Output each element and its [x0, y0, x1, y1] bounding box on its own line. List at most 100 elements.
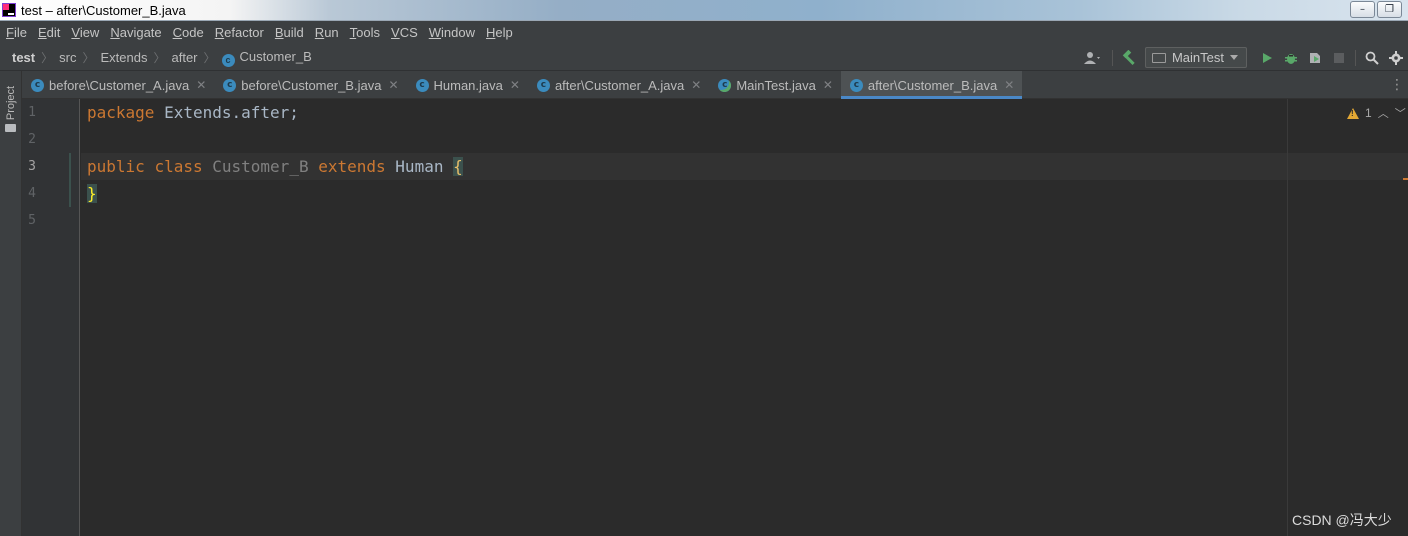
- tab-label: MainTest.java: [736, 77, 816, 93]
- intellij-logo-icon: [2, 3, 16, 17]
- code-editor[interactable]: 1 2 3 4 5 package Extends.after; public …: [22, 99, 1408, 536]
- line-number-current: 3: [28, 159, 36, 174]
- run-config-icon: [1151, 52, 1166, 63]
- chevron-down-icon[interactable]: ﹀: [1395, 105, 1406, 121]
- user-account-icon[interactable]: [1078, 47, 1108, 69]
- inspection-widget[interactable]: 1 ︿ ﹀: [1347, 105, 1406, 121]
- keyword-class: class: [154, 157, 203, 176]
- run-configuration-label: MainTest: [1171, 50, 1224, 65]
- breadcrumb: test 〉 src 〉 Extends 〉 after 〉 c Customer…: [12, 44, 312, 71]
- build-hammer-icon[interactable]: [1117, 47, 1141, 69]
- more-vertical-icon[interactable]: ⋮: [1386, 71, 1408, 98]
- settings-gear-icon[interactable]: [1384, 47, 1408, 69]
- tab-label: before\Customer_A.java: [49, 77, 190, 93]
- run-with-coverage-icon[interactable]: [1303, 47, 1327, 69]
- line-number: 4: [28, 186, 36, 201]
- tab-label: after\Customer_B.java: [867, 77, 998, 93]
- breadcrumb-package-extends[interactable]: Extends: [101, 50, 148, 65]
- warning-icon: [1347, 107, 1359, 119]
- line-number-gutter: 1 2 3 4 5: [22, 99, 80, 536]
- menu-help[interactable]: Help: [486, 25, 513, 40]
- breadcrumb-separator-icon: 〉: [82, 51, 95, 65]
- tab-main-test[interactable]: c MainTest.java ✕: [709, 71, 841, 99]
- breadcrumb-separator-icon: 〉: [41, 51, 54, 65]
- close-icon[interactable]: ✕: [388, 78, 398, 92]
- breadcrumb-package-after[interactable]: after: [172, 50, 198, 65]
- code-line-1: package Extends.after;: [87, 99, 299, 126]
- right-margin-guide: [1287, 99, 1288, 536]
- close-icon[interactable]: ✕: [823, 78, 833, 92]
- chevron-up-icon[interactable]: ︿: [1378, 105, 1389, 121]
- menu-refactor[interactable]: Refactor: [215, 25, 264, 40]
- breadcrumb-separator-icon: 〉: [203, 51, 216, 65]
- project-tool-window-tab[interactable]: Project: [3, 79, 19, 129]
- main-toolbar: MainTest: [1078, 44, 1408, 71]
- tab-after-customer-b[interactable]: c after\Customer_B.java ✕: [840, 71, 1023, 99]
- tab-before-customer-b[interactable]: c before\Customer_B.java ✕: [214, 71, 406, 99]
- stop-icon[interactable]: [1327, 47, 1351, 69]
- keyword-public: public: [87, 157, 145, 176]
- menu-navigate[interactable]: Navigate: [110, 25, 161, 40]
- search-icon[interactable]: [1360, 47, 1384, 69]
- breadcrumb-class-label: Customer_B: [239, 48, 312, 64]
- warning-count: 1: [1365, 106, 1372, 120]
- keyword-extends: extends: [318, 157, 386, 176]
- open-brace: {: [453, 157, 463, 176]
- window-title: test – after\Customer_B.java: [21, 3, 186, 18]
- close-icon[interactable]: ✕: [510, 78, 520, 92]
- tab-label: after\Customer_A.java: [554, 77, 685, 93]
- error-stripe-marker[interactable]: [1403, 178, 1408, 180]
- debug-icon[interactable]: [1279, 47, 1303, 69]
- maximize-button[interactable]: ❐: [1377, 1, 1402, 18]
- source-code[interactable]: package Extends.after; public class Cust…: [87, 99, 463, 234]
- menu-code[interactable]: Code: [173, 25, 204, 40]
- run-configuration-dropdown[interactable]: MainTest: [1144, 47, 1247, 68]
- csdn-watermark: CSDN @冯大少: [1292, 512, 1392, 528]
- class-icon: c: [31, 78, 44, 92]
- close-icon[interactable]: ✕: [691, 78, 701, 92]
- toolbar-separator: [1111, 49, 1113, 66]
- line-number: 2: [28, 132, 36, 147]
- class-icon: c: [415, 78, 429, 92]
- runnable-class-icon: c: [718, 78, 732, 92]
- keyword-package: package: [87, 103, 155, 122]
- breadcrumb-class[interactable]: c Customer_B: [221, 48, 312, 67]
- line-number: 5: [28, 213, 36, 228]
- class-icon: c: [536, 78, 550, 92]
- close-icon[interactable]: ✕: [1004, 78, 1014, 92]
- folder-icon: [5, 124, 16, 132]
- breadcrumb-separator-icon: 〉: [153, 51, 166, 65]
- code-line-3: public class Customer_B extends Human {: [87, 153, 463, 180]
- menu-edit[interactable]: Edit: [38, 25, 60, 40]
- code-line-4: }: [87, 180, 97, 207]
- window-title-bar: test – after\Customer_B.java – ❐: [0, 0, 1408, 21]
- class-icon: c: [221, 53, 235, 67]
- run-icon[interactable]: [1255, 47, 1279, 69]
- project-tab-label: Project: [5, 85, 17, 121]
- menu-file[interactable]: File: [6, 25, 27, 40]
- breadcrumb-src[interactable]: src: [59, 50, 76, 65]
- close-icon[interactable]: ✕: [196, 78, 206, 92]
- left-tool-window-strip: Project: [0, 71, 22, 536]
- tab-after-customer-a[interactable]: c after\Customer_A.java ✕: [528, 71, 709, 99]
- toolbar-separator: [1355, 49, 1356, 66]
- window-controls: – ❐: [1350, 1, 1402, 18]
- menu-view[interactable]: View: [71, 25, 99, 40]
- class-icon: c: [223, 78, 237, 92]
- tab-before-customer-a[interactable]: c before\Customer_A.java ✕: [22, 71, 214, 99]
- package-name: Extends.after;: [154, 103, 299, 122]
- class-icon: c: [849, 78, 863, 92]
- menu-tools[interactable]: Tools: [350, 25, 380, 40]
- navigation-bar: test 〉 src 〉 Extends 〉 after 〉 c Customer…: [0, 44, 1408, 71]
- editor-tab-bar: c before\Customer_A.java ✕ c before\Cust…: [22, 71, 1408, 99]
- close-brace: }: [87, 184, 97, 203]
- menu-window[interactable]: Window: [429, 25, 475, 40]
- brace-match-indicator: [69, 153, 71, 207]
- minimize-button[interactable]: –: [1350, 1, 1375, 18]
- menu-build[interactable]: Build: [275, 25, 304, 40]
- menu-run[interactable]: Run: [315, 25, 339, 40]
- tab-human[interactable]: c Human.java ✕: [407, 71, 528, 99]
- superclass-name: Human: [395, 157, 444, 176]
- menu-vcs[interactable]: VCS: [391, 25, 418, 40]
- breadcrumb-project[interactable]: test: [12, 50, 35, 65]
